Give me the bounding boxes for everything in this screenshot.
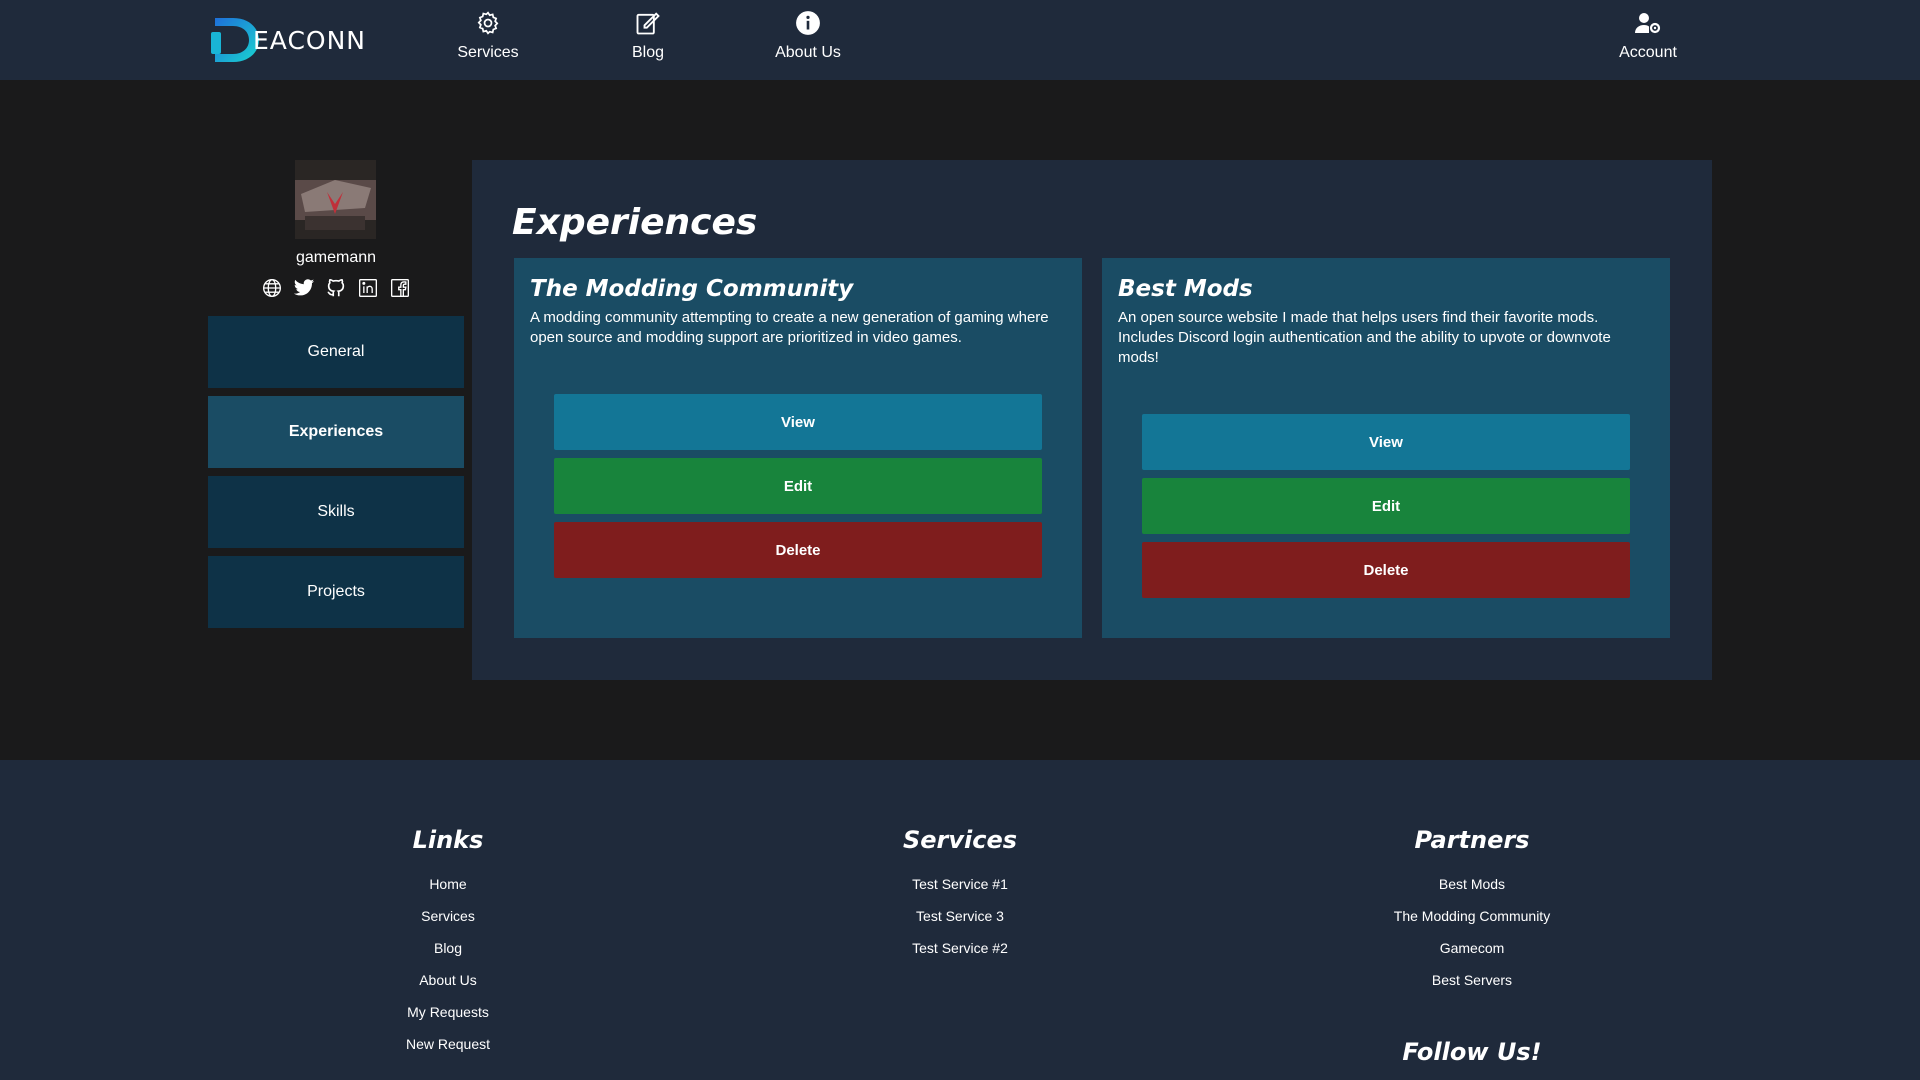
github-icon[interactable] xyxy=(324,276,348,300)
nav-about-label: About Us xyxy=(775,44,841,61)
card-description: An open source website I made that helps… xyxy=(1118,309,1611,366)
footer-link-home[interactable]: Home xyxy=(288,868,608,900)
edit-button[interactable]: Edit xyxy=(1142,478,1630,534)
logo-text: EACONN xyxy=(253,25,366,55)
footer-links-heading: Links xyxy=(412,826,484,854)
edit-note-icon xyxy=(634,8,662,38)
sidebar-item-skills[interactable]: Skills xyxy=(208,476,464,548)
avatar xyxy=(295,160,376,239)
site-footer: Links Home Services Blog About Us My Req… xyxy=(0,760,1920,1080)
footer-link-service[interactable]: Test Service #1 xyxy=(800,868,1120,900)
card-title: Best Mods xyxy=(1118,276,1253,302)
user-gear-icon xyxy=(1634,8,1662,38)
card-description: A modding community attempting to create… xyxy=(530,309,1049,346)
site-logo[interactable]: EACONN xyxy=(207,14,366,66)
footer-link-service[interactable]: Test Service 3 xyxy=(800,900,1120,932)
nav-account-label: Account xyxy=(1619,44,1677,61)
sidebar-item-general[interactable]: General xyxy=(208,316,464,388)
footer-partners-column: Partners Best Mods The Modding Community… xyxy=(1312,826,1632,996)
experiences-panel: Experiences The Modding Community A modd… xyxy=(472,160,1712,680)
nav-services[interactable]: Services xyxy=(428,8,548,62)
nav-account[interactable]: Account xyxy=(1588,8,1708,62)
footer-link-my-requests[interactable]: My Requests xyxy=(288,996,608,1028)
edit-button[interactable]: Edit xyxy=(554,458,1042,514)
footer-link-new-request[interactable]: New Request xyxy=(288,1028,608,1060)
footer-link-services[interactable]: Services xyxy=(288,900,608,932)
experience-card: The Modding Community A modding communit… xyxy=(514,258,1082,638)
follow-us-heading: Follow Us! xyxy=(1402,1038,1542,1066)
profile-username: gamemann xyxy=(295,249,377,266)
footer-link-service[interactable]: Test Service #2 xyxy=(800,932,1120,964)
footer-links-column: Links Home Services Blog About Us My Req… xyxy=(288,826,608,1060)
nav-services-label: Services xyxy=(457,44,519,61)
page-title: Experiences xyxy=(512,202,758,243)
nav-blog[interactable]: Blog xyxy=(588,8,708,62)
footer-partners-heading: Partners xyxy=(1414,826,1530,854)
footer-link-blog[interactable]: Blog xyxy=(288,932,608,964)
footer-services-column: Services Test Service #1 Test Service 3 … xyxy=(800,826,1120,964)
sidebar-item-label: Experiences xyxy=(288,423,384,440)
footer-link-partner[interactable]: The Modding Community xyxy=(1312,900,1632,932)
info-icon xyxy=(795,8,821,38)
card-title: The Modding Community xyxy=(530,276,854,302)
nav-about[interactable]: About Us xyxy=(748,8,868,62)
delete-button[interactable]: Delete xyxy=(1142,542,1630,598)
sidebar-item-label: Skills xyxy=(317,503,355,520)
experience-card: Best Mods An open source website I made … xyxy=(1102,258,1670,638)
sidebar-item-label: Projects xyxy=(307,583,365,600)
sidebar-item-label: General xyxy=(307,343,365,360)
footer-link-about[interactable]: About Us xyxy=(288,964,608,996)
nav-blog-label: Blog xyxy=(631,44,665,61)
view-button[interactable]: View xyxy=(1142,414,1630,470)
footer-link-partner[interactable]: Best Mods xyxy=(1312,868,1632,900)
footer-link-partner[interactable]: Gamecom xyxy=(1312,932,1632,964)
top-navbar: EACONN Services Blog About Us Account xyxy=(0,0,1920,80)
sidebar-item-experiences[interactable]: Experiences xyxy=(208,396,464,468)
twitter-icon[interactable] xyxy=(292,276,316,300)
footer-services-heading: Services xyxy=(902,826,1018,854)
globe-icon[interactable] xyxy=(260,276,284,300)
sidebar-item-projects[interactable]: Projects xyxy=(208,556,464,628)
view-button[interactable]: View xyxy=(554,394,1042,450)
social-links xyxy=(208,276,464,300)
facebook-icon[interactable] xyxy=(388,276,412,300)
linkedin-icon[interactable] xyxy=(356,276,380,300)
footer-link-partner[interactable]: Best Servers xyxy=(1312,964,1632,996)
delete-button[interactable]: Delete xyxy=(554,522,1042,578)
gear-icon xyxy=(475,8,501,38)
